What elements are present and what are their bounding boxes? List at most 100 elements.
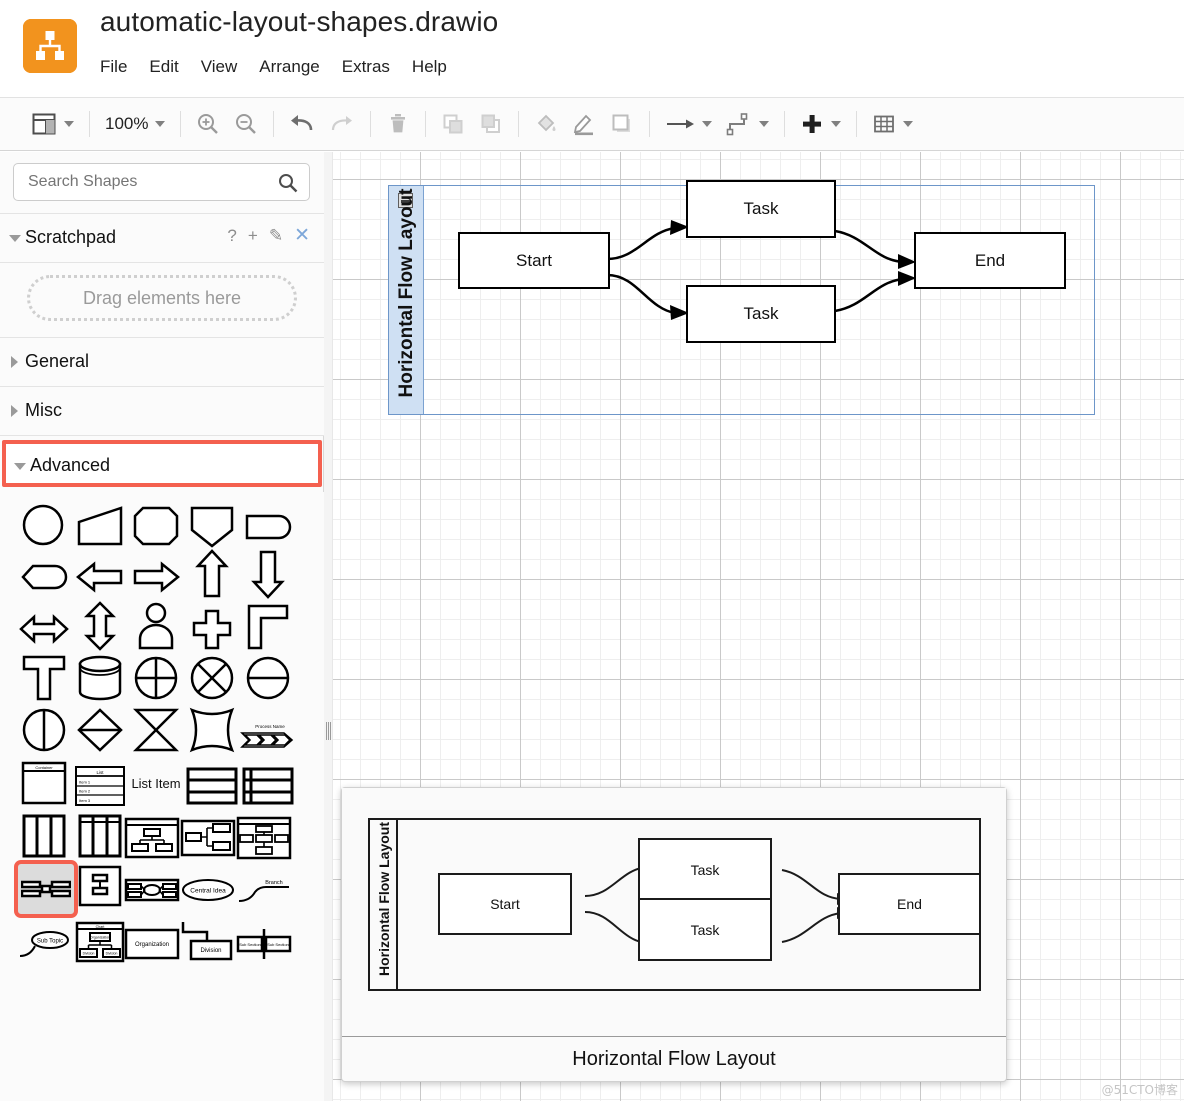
chevron-down-icon[interactable] xyxy=(903,121,914,127)
line-color-icon[interactable] xyxy=(565,97,603,151)
horizontal-flow-layout-shape[interactable] xyxy=(14,860,78,918)
table-rows-shape[interactable] xyxy=(182,760,242,812)
trapezoid-shape[interactable] xyxy=(70,500,130,552)
sidebar-splitter[interactable] xyxy=(324,152,333,1101)
sub-topic-shape[interactable]: Sub Topic xyxy=(14,916,74,968)
circle-cross-shape[interactable] xyxy=(182,652,242,704)
vertical-lanes-shape[interactable] xyxy=(14,810,74,862)
shadow-icon[interactable] xyxy=(603,97,641,151)
node-end[interactable]: End xyxy=(914,232,1066,289)
organic-layout-shape[interactable] xyxy=(122,864,182,916)
horizontal-tree-shape[interactable] xyxy=(178,812,238,864)
hexagon-round-shape[interactable] xyxy=(14,552,74,604)
table-rows-alt-shape[interactable] xyxy=(238,760,298,812)
view-layout-icon[interactable] xyxy=(24,97,81,151)
table-icon[interactable] xyxy=(865,97,920,151)
organization-shape[interactable]: Organization xyxy=(122,918,182,970)
pentagon-down-shape[interactable] xyxy=(182,500,242,552)
edit-icon[interactable]: ✎ xyxy=(269,227,283,244)
connection-arrow-icon[interactable] xyxy=(658,97,719,151)
circle-shape[interactable] xyxy=(14,500,74,552)
zoom-out-icon[interactable] xyxy=(227,97,265,151)
cross-shape[interactable] xyxy=(182,604,242,656)
zoom-level-button[interactable]: 100% xyxy=(98,97,172,151)
search-shapes-box[interactable] xyxy=(13,163,310,201)
section-misc[interactable]: Misc xyxy=(0,387,324,436)
radial-layout-shape[interactable] xyxy=(234,812,294,864)
process-chevrons-shape[interactable]: Process Name xyxy=(238,710,298,762)
chevron-right-icon[interactable] xyxy=(11,405,18,417)
vertical-lanes-alt-shape[interactable] xyxy=(70,810,130,862)
circle-split-shape[interactable] xyxy=(14,704,74,756)
to-front-icon[interactable] xyxy=(434,97,472,151)
chevron-down-icon[interactable] xyxy=(831,121,842,127)
division-shape[interactable]: Division xyxy=(178,914,238,966)
container-title-bar[interactable]: Horizontal Flow Layout xyxy=(389,186,424,414)
arrow-down-shape[interactable] xyxy=(238,548,298,600)
tree-layout-shape[interactable] xyxy=(122,812,182,864)
close-icon[interactable]: ✕ xyxy=(294,226,310,245)
arrow-right-shape[interactable] xyxy=(126,552,186,604)
corner-shape[interactable] xyxy=(238,600,298,652)
actor-shape[interactable] xyxy=(126,600,186,652)
circle-half-shape[interactable] xyxy=(238,652,298,704)
arrow-up-down-shape[interactable] xyxy=(70,600,130,652)
search-icon[interactable] xyxy=(278,173,298,198)
arrow-left-right-shape[interactable] xyxy=(14,604,74,656)
undo-icon[interactable] xyxy=(282,97,322,151)
section-general[interactable]: General xyxy=(0,338,324,387)
menu-arrange[interactable]: Arrange xyxy=(248,55,330,79)
splitter-grip[interactable] xyxy=(326,722,331,740)
scratchpad-dropzone[interactable]: Drag elements here xyxy=(27,275,297,321)
chevron-down-icon[interactable] xyxy=(702,121,713,127)
diagram-canvas[interactable]: Horizontal Flow Layout Start Task Task E… xyxy=(333,152,1184,1101)
svg-text:Container: Container xyxy=(35,765,53,770)
to-back-icon[interactable] xyxy=(472,97,510,151)
chevron-down-icon[interactable] xyxy=(9,235,21,242)
search-input[interactable] xyxy=(26,172,266,192)
help-icon[interactable]: ? xyxy=(227,227,236,244)
node-task-2[interactable]: Task xyxy=(686,285,836,343)
fill-color-icon[interactable] xyxy=(527,97,565,151)
container-shape[interactable]: Container xyxy=(14,757,74,809)
node-start[interactable]: Start xyxy=(458,232,610,289)
chevron-down-icon[interactable] xyxy=(759,121,770,127)
waypoints-icon[interactable] xyxy=(719,97,776,151)
cylinder-shape[interactable] xyxy=(70,652,130,704)
insert-plus-icon[interactable] xyxy=(793,97,848,151)
list-item-shape[interactable]: List Item xyxy=(126,757,186,809)
section-scratchpad[interactable]: Scratchpad ? + ✎ ✕ xyxy=(0,214,324,263)
add-icon[interactable]: + xyxy=(248,227,258,244)
node-task-1[interactable]: Task xyxy=(686,180,836,238)
vertical-flow-layout-shape[interactable] xyxy=(70,860,130,912)
chevron-down-icon[interactable] xyxy=(64,121,74,127)
central-idea-shape[interactable]: Central Idea xyxy=(178,864,238,916)
tee-shape[interactable] xyxy=(14,652,74,704)
chevron-down-icon[interactable] xyxy=(155,121,166,127)
bowtie-shape[interactable] xyxy=(126,704,186,756)
menu-help[interactable]: Help xyxy=(401,55,458,79)
arrow-left-shape[interactable] xyxy=(70,552,130,604)
concave-star-shape[interactable] xyxy=(182,704,242,756)
chevron-right-icon[interactable] xyxy=(11,356,18,368)
menu-edit[interactable]: Edit xyxy=(138,55,189,79)
zoom-in-icon[interactable] xyxy=(189,97,227,151)
arrow-up-shape[interactable] xyxy=(182,548,242,600)
diamond-split-shape[interactable] xyxy=(70,704,130,756)
branch-shape[interactable]: Branch xyxy=(234,864,294,916)
menu-extras[interactable]: Extras xyxy=(331,55,401,79)
menu-view[interactable]: View xyxy=(190,55,249,79)
node-label: Start xyxy=(516,250,552,270)
octagon-shape[interactable] xyxy=(126,500,186,552)
circle-quartered-shape[interactable] xyxy=(126,652,186,704)
org-chart-shape[interactable]: Chart Organization Division Division xyxy=(70,916,130,968)
delete-icon[interactable] xyxy=(379,97,417,151)
list-shape[interactable]: List Item 1 Item 2 Item 3 xyxy=(70,760,130,812)
rounded-right-shape[interactable] xyxy=(238,500,298,552)
sub-section-shape[interactable]: Sub Section Sub Section xyxy=(234,918,294,970)
redo-icon[interactable] xyxy=(322,97,362,151)
horizontal-flow-layout-container[interactable]: Horizontal Flow Layout Start Task Task E… xyxy=(388,180,1095,415)
section-advanced[interactable]: Advanced xyxy=(2,440,322,487)
menu-file[interactable]: File xyxy=(100,55,138,79)
chevron-down-icon[interactable] xyxy=(14,463,26,470)
